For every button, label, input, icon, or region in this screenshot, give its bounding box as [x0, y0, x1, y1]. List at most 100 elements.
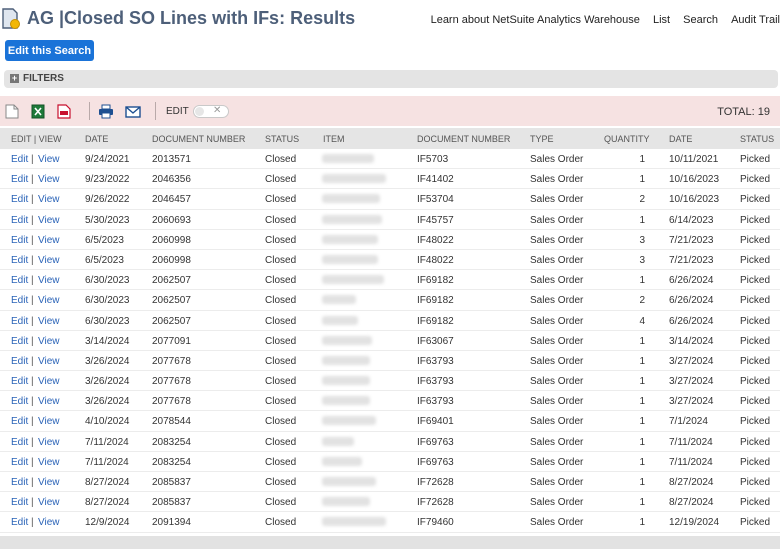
row-edit-link[interactable]: Edit: [11, 517, 28, 528]
row-if-status: Picked: [740, 335, 771, 347]
horizontal-scrollbar[interactable]: [0, 536, 780, 549]
row-edit-link[interactable]: Edit: [11, 154, 28, 165]
row-link-separator: |: [31, 396, 34, 408]
row-edit-link[interactable]: Edit: [11, 174, 28, 185]
row-if-document-number: IF63793: [417, 376, 454, 388]
row-if-status: Picked: [740, 416, 771, 428]
row-edit-link[interactable]: Edit: [11, 336, 28, 347]
col-date[interactable]: DATE: [85, 134, 108, 144]
row-edit-link[interactable]: Edit: [11, 356, 28, 367]
row-view-link[interactable]: View: [38, 255, 60, 266]
row-edit-link[interactable]: Edit: [11, 396, 28, 407]
table-row: Edit | View 7/11/2024 2083254 Closed IF69763 Sa…: [0, 451, 780, 472]
row-item-redacted: [322, 416, 376, 426]
row-view-link[interactable]: View: [38, 396, 60, 407]
row-edit-link[interactable]: Edit: [11, 497, 28, 508]
col-item[interactable]: ITEM: [323, 134, 345, 144]
row-edit-link[interactable]: Edit: [11, 194, 28, 205]
table-row: Edit | View 5/30/2023 2060693 Closed IF45757 Sa…: [0, 209, 780, 230]
edit-toggle[interactable]: ✕: [193, 105, 229, 118]
edit-this-search-button[interactable]: Edit this Search: [5, 40, 94, 61]
filters-bar[interactable]: + FILTERS: [4, 70, 778, 88]
row-if-status: Picked: [740, 194, 771, 206]
link-list[interactable]: List: [653, 14, 670, 26]
row-item-redacted: [322, 477, 376, 486]
row-if-date: 3/27/2024: [669, 396, 714, 408]
row-edit-link[interactable]: Edit: [11, 416, 28, 427]
row-item-redacted: [322, 174, 386, 184]
row-if-status: Picked: [740, 295, 771, 307]
row-if-date: 6/26/2024: [669, 315, 714, 327]
row-date: 6/30/2023: [85, 295, 130, 307]
row-view-link[interactable]: View: [38, 215, 60, 226]
row-edit-link[interactable]: Edit: [11, 215, 28, 226]
row-status: Closed: [265, 477, 297, 488]
print-icon[interactable]: [98, 104, 114, 119]
row-type: Sales Order: [530, 275, 584, 287]
row-edit-link[interactable]: Edit: [11, 376, 28, 387]
row-status: Closed: [265, 517, 297, 529]
col-if-document-number[interactable]: DOCUMENT NUMBER: [417, 134, 510, 144]
row-if-status: Picked: [740, 477, 771, 488]
row-view-link[interactable]: View: [38, 295, 60, 306]
table-row: Edit | View 3/14/2024 2077091 Closed IF63067 Sa…: [0, 330, 780, 351]
row-edit-link[interactable]: Edit: [11, 235, 28, 246]
row-view-link[interactable]: View: [38, 497, 60, 508]
row-edit-link[interactable]: Edit: [11, 477, 28, 488]
row-status: Closed: [265, 456, 297, 468]
row-edit-link[interactable]: Edit: [11, 295, 28, 306]
row-date: 9/26/2022: [85, 194, 130, 206]
row-view-link[interactable]: View: [38, 517, 60, 528]
col-quantity[interactable]: QUANTITY: [604, 134, 650, 144]
row-document-number: 2062507: [152, 295, 191, 307]
row-edit-link[interactable]: Edit: [11, 437, 28, 448]
expand-filters-icon[interactable]: +: [10, 74, 19, 83]
row-view-link[interactable]: View: [38, 174, 60, 185]
row-status: Closed: [265, 194, 297, 206]
row-date: 5/30/2023: [85, 214, 130, 226]
row-date: 8/27/2024: [85, 477, 130, 488]
row-view-link[interactable]: View: [38, 275, 60, 286]
new-page-icon[interactable]: [5, 104, 19, 119]
row-type: Sales Order: [530, 396, 584, 408]
col-type[interactable]: TYPE: [530, 134, 554, 144]
row-edit-link[interactable]: Edit: [11, 275, 28, 286]
row-view-link[interactable]: View: [38, 154, 60, 165]
row-document-number: 2077678: [152, 396, 191, 408]
link-search[interactable]: Search: [683, 14, 718, 26]
col-if-date[interactable]: DATE: [669, 134, 692, 144]
row-view-link[interactable]: View: [38, 437, 60, 448]
link-analytics-warehouse[interactable]: Learn about NetSuite Analytics Warehouse: [431, 14, 640, 26]
row-view-link[interactable]: View: [38, 235, 60, 246]
row-view-link[interactable]: View: [38, 316, 60, 327]
col-if-status[interactable]: STATUS: [740, 134, 774, 144]
row-view-link[interactable]: View: [38, 194, 60, 205]
col-document-number[interactable]: DOCUMENT NUMBER: [152, 134, 245, 144]
row-link-separator: |: [31, 254, 34, 266]
row-date: 12/9/2024: [85, 517, 130, 529]
row-type: Sales Order: [530, 497, 584, 509]
email-icon[interactable]: [125, 104, 141, 119]
pdf-export-icon[interactable]: [57, 104, 71, 119]
row-if-date: 7/21/2023: [669, 234, 714, 246]
row-quantity: 1: [639, 436, 645, 448]
row-if-document-number: IF69182: [417, 275, 454, 287]
row-view-link[interactable]: View: [38, 356, 60, 367]
link-audit-trail[interactable]: Audit Trail: [731, 14, 780, 26]
row-link-separator: |: [31, 154, 34, 165]
row-view-link[interactable]: View: [38, 477, 60, 488]
page-header: AG |Closed SO Lines with IFs: Results Le…: [0, 0, 780, 40]
table-row: Edit | View 6/5/2023 2060998 Closed IF48022 Sal…: [0, 249, 780, 271]
row-quantity: 1: [639, 416, 645, 428]
excel-export-icon[interactable]: [31, 104, 45, 119]
row-edit-link[interactable]: Edit: [11, 457, 28, 468]
row-view-link[interactable]: View: [38, 416, 60, 427]
row-edit-link[interactable]: Edit: [11, 255, 28, 266]
row-item-redacted: [322, 396, 370, 406]
row-view-link[interactable]: View: [38, 336, 60, 347]
row-view-link[interactable]: View: [38, 457, 60, 468]
row-edit-link[interactable]: Edit: [11, 316, 28, 327]
row-status: Closed: [265, 234, 297, 246]
row-view-link[interactable]: View: [38, 376, 60, 387]
col-status[interactable]: STATUS: [265, 134, 299, 144]
